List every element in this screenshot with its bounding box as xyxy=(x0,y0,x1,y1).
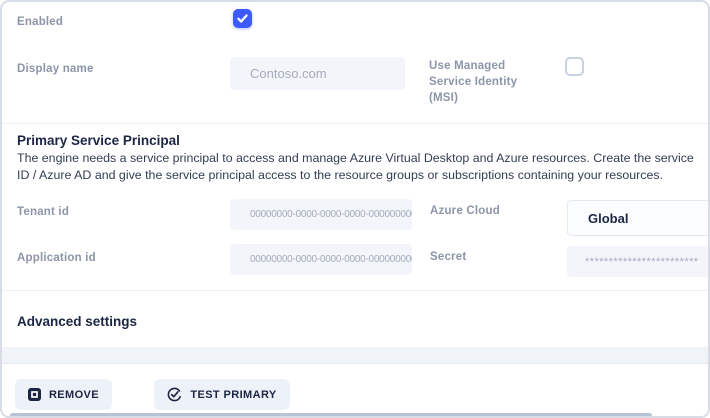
primary-section-title: Primary Service Principal xyxy=(17,133,180,148)
azure-cloud-select[interactable]: Global xyxy=(567,200,710,236)
section-divider xyxy=(2,290,708,291)
advanced-settings-title[interactable]: Advanced settings xyxy=(17,314,137,329)
remove-button-label: REMOVE xyxy=(49,389,99,401)
tenant-id-input[interactable] xyxy=(230,199,412,230)
azure-cloud-label: Azure Cloud xyxy=(430,205,500,217)
display-name-label: Display name xyxy=(17,63,94,75)
test-primary-button-label: TEST PRIMARY xyxy=(190,389,276,401)
enabled-checkbox[interactable] xyxy=(233,9,252,28)
horizontal-scrollbar-thumb[interactable] xyxy=(10,413,652,418)
display-name-input[interactable] xyxy=(230,57,405,90)
test-primary-button[interactable]: TEST PRIMARY xyxy=(154,379,290,410)
application-id-input[interactable] xyxy=(230,244,412,275)
remove-icon xyxy=(28,388,41,401)
secret-label: Secret xyxy=(430,251,466,263)
settings-panel: Enabled Display name Use Managed Service… xyxy=(0,0,710,418)
checkmark-icon xyxy=(236,12,249,25)
azure-cloud-selected-value: Global xyxy=(588,211,628,226)
application-id-label: Application id xyxy=(17,252,96,264)
primary-section-description-line1: The engine needs a service principal to … xyxy=(17,151,708,165)
tenant-id-label: Tenant id xyxy=(17,206,69,218)
msi-checkbox[interactable] xyxy=(565,57,584,76)
section-divider xyxy=(2,123,708,124)
enabled-label: Enabled xyxy=(17,16,63,28)
test-check-circle-icon xyxy=(167,387,182,402)
footer-separator-band xyxy=(2,347,708,364)
remove-button[interactable]: REMOVE xyxy=(15,379,112,410)
msi-label: Use Managed Service Identity (MSI) xyxy=(429,58,549,106)
primary-section-description-line2: ID / Azure AD and give the service princ… xyxy=(17,168,708,182)
secret-input[interactable] xyxy=(567,246,710,277)
